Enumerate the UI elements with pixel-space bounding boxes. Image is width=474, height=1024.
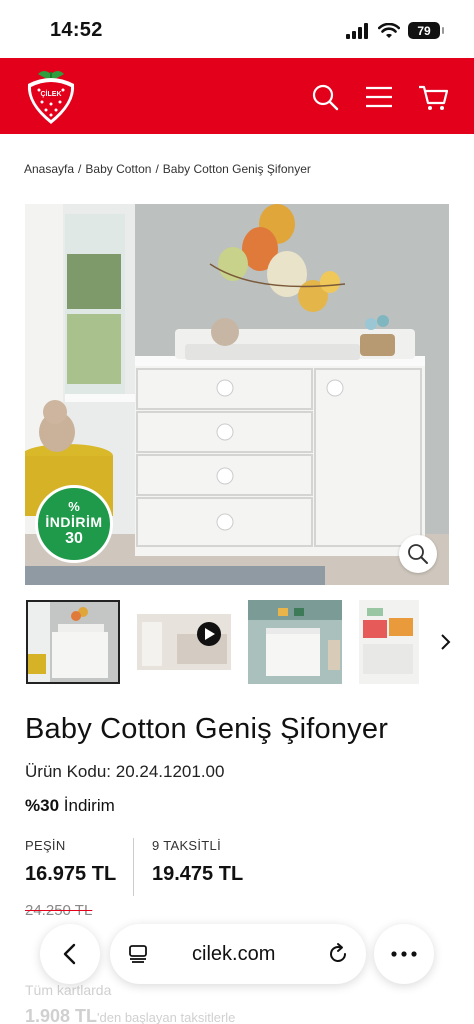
breadcrumb-separator: / [155,162,159,176]
breadcrumb: Anasayfa / Baby Cotton / Baby Cotton Gen… [24,162,311,176]
signal-icon [346,22,368,39]
product-title: Baby Cotton Geniş Şifonyer [25,713,389,745]
breadcrumb-separator: / [78,162,82,176]
installment-price-block: 9 TAKSİTLİ 19.475 TL [152,838,243,886]
magnifier-icon [408,544,428,564]
product-code-label: Ürün Kodu: [25,762,111,781]
product-code-value: 20.24.1201.00 [115,762,225,781]
old-price: 24.250 TL [25,902,93,919]
thumbnail-3[interactable] [248,600,342,684]
price-divider [133,838,134,896]
thumbnail-strip [26,600,466,686]
more-dots-icon [391,951,417,957]
browser-back-button[interactable] [40,924,100,984]
installment-start-suffix: 'den başlayan taksitlerle [97,1010,236,1024]
cash-price-label: PEŞİN [25,838,66,853]
browser-toolbar: cilek.com [0,922,474,988]
breadcrumb-category[interactable]: Baby Cotton [85,162,151,176]
installment-start-amount: 1.908 TL [25,1006,98,1024]
zoom-button[interactable] [399,535,437,573]
thumbnail-1[interactable] [26,600,120,684]
badge-label: İNDİRİM [45,514,103,530]
cash-price: 16.975 TL [25,863,117,885]
installment-price: 19.475 TL [152,863,244,885]
thumbnail-2-image [137,614,231,670]
discount-value: %30 [25,796,60,815]
browser-address-bar[interactable]: cilek.com [110,924,366,984]
thumbnail-1-image [28,602,118,682]
reload-icon[interactable] [326,942,350,966]
logo-text: ÇİLEK [41,90,62,98]
installment-start: 1.908 TL'den başlayan taksitlerle [25,1006,235,1024]
chevron-right-icon[interactable] [438,632,454,652]
thumbnail-2-video[interactable] [137,614,231,670]
installment-price-label: 9 TAKSİTLİ [152,838,221,853]
discount-label: İndirim [63,796,115,815]
cash-price-block: PEŞİN 16.975 TL [25,838,116,886]
product-main-image[interactable]: % İNDİRİM 30 [25,204,449,585]
status-bar: 14:52 79 [0,0,474,58]
browser-url: cilek.com [192,943,276,965]
tabs-icon[interactable] [128,944,150,964]
price-box: PEŞİN 16.975 TL 9 TAKSİTLİ 19.475 TL [25,838,325,898]
search-icon[interactable] [310,82,340,112]
cart-icon[interactable] [418,82,448,112]
thumbnail-3-image [248,600,342,684]
menu-icon[interactable] [364,82,394,112]
wifi-icon [378,22,400,38]
browser-more-button[interactable] [374,924,434,984]
badge-percent: % [68,499,80,514]
chevron-left-icon [63,943,76,965]
site-header: ÇİLEK [0,58,474,134]
battery-indicator: 79 [408,22,444,39]
thumbnail-4[interactable] [359,600,419,684]
discount-info: %30 İndirim [25,796,115,816]
discount-badge: % İNDİRİM 30 [35,485,113,563]
breadcrumb-home[interactable]: Anasayfa [24,162,74,176]
thumbnail-4-image [359,600,419,684]
breadcrumb-current: Baby Cotton Geniş Şifonyer [162,162,311,176]
status-time: 14:52 [50,19,103,41]
cilek-logo[interactable]: ÇİLEK [24,68,78,126]
badge-value: 30 [65,530,83,547]
product-code: Ürün Kodu: 20.24.1201.00 [25,762,224,782]
status-icons: 79 [346,22,444,39]
